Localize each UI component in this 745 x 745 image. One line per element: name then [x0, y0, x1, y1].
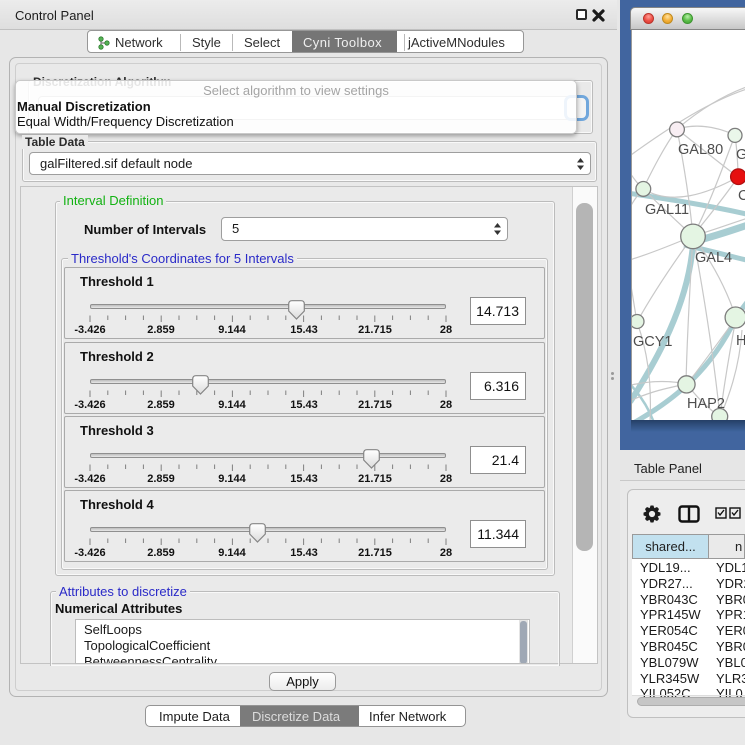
svg-text:HAP2: HAP2 [687, 396, 725, 412]
svg-text:GCY1: GCY1 [633, 334, 673, 350]
svg-text:H: H [736, 333, 745, 349]
svg-text:GAL11: GAL11 [645, 202, 689, 218]
svg-text:C: C [738, 188, 745, 204]
svg-text:GAL80: GAL80 [678, 142, 723, 158]
svg-text:GAL4: GAL4 [695, 250, 732, 266]
svg-text:G.: G. [736, 147, 745, 163]
